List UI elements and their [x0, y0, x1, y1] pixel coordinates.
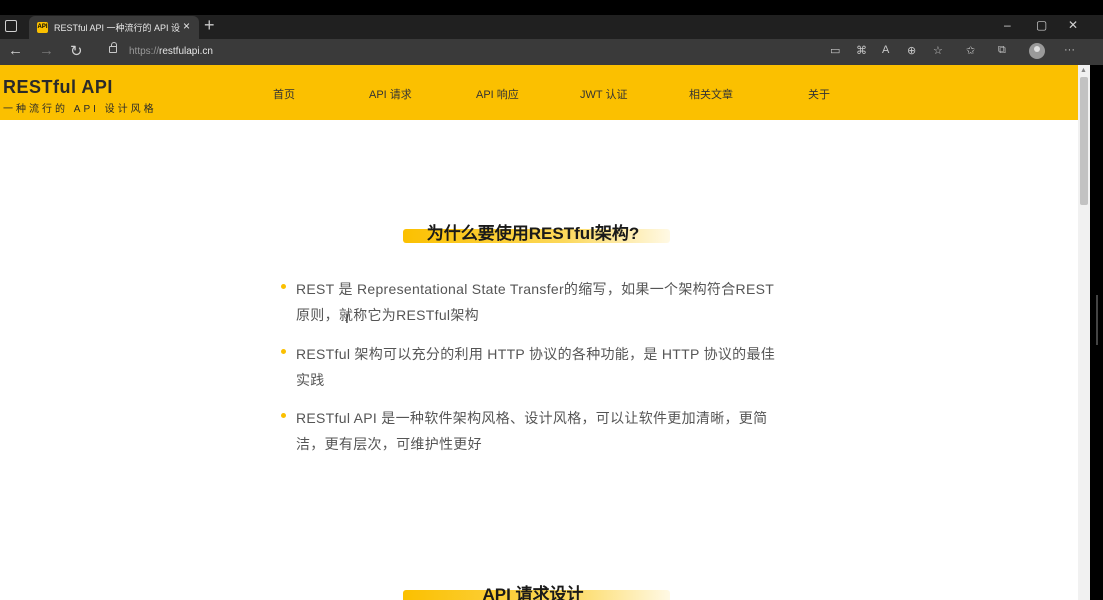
- page-viewport: RESTful API 一种流行的 API 设计风格 首页 API 请求 API…: [0, 65, 1090, 600]
- nav-jwt-auth[interactable]: JWT 认证: [580, 86, 627, 102]
- minimize-button[interactable]: –: [1004, 18, 1011, 32]
- nav-articles[interactable]: 相关文章: [689, 86, 733, 102]
- list-item-text: REST 是 Representational State Transfer的缩…: [296, 281, 775, 323]
- nav-home[interactable]: 首页: [273, 86, 295, 102]
- url-field[interactable]: https://restfulapi.cn: [129, 46, 213, 57]
- nav-api-request[interactable]: API 请求: [369, 86, 412, 102]
- favicon-icon: API: [37, 22, 48, 33]
- browser-tab[interactable]: API RESTful API 一种流行的 API 设计 ×: [29, 16, 199, 39]
- zoom-icon[interactable]: ⊕: [907, 44, 916, 57]
- section-heading: API 请求设计: [403, 580, 670, 600]
- list-item-text: RESTful API 是一种软件架构风格、设计风格，可以让软件更加清晰，更简洁…: [296, 410, 768, 452]
- qr-code-icon[interactable]: ⌘: [856, 44, 867, 57]
- section-heading: 为什么要使用RESTful架构?: [403, 219, 670, 245]
- back-button[interactable]: ←: [8, 42, 23, 59]
- section-title: API 请求设计: [482, 585, 584, 600]
- bullet-dot: [281, 284, 286, 289]
- nav-api-response[interactable]: API 响应: [476, 86, 519, 102]
- nav-about[interactable]: 关于: [808, 86, 830, 102]
- vertical-scrollbar[interactable]: ▲: [1078, 65, 1090, 600]
- tab-strip: API RESTful API 一种流行的 API 设计 × + – ▢ ✕: [0, 15, 1103, 39]
- address-bar: ← → ↻ https://restfulapi.cn ▭ ⌘ A ⊕ ☆ ✩ …: [0, 39, 1103, 65]
- refresh-button[interactable]: ↻: [70, 42, 83, 60]
- site-header: RESTful API 一种流行的 API 设计风格 首页 API 请求 API…: [0, 65, 1078, 120]
- bullet-dot: [281, 349, 286, 354]
- tab-close-icon[interactable]: ×: [183, 19, 190, 33]
- scrollbar-thumb[interactable]: [1080, 77, 1088, 205]
- add-favorite-icon[interactable]: ☆: [933, 44, 943, 57]
- tab-title: RESTful API 一种流行的 API 设计: [54, 23, 180, 33]
- favorites-icon[interactable]: ✩: [966, 44, 975, 57]
- collections-icon[interactable]: ⧉: [998, 44, 1006, 57]
- logo-title[interactable]: RESTful API: [3, 77, 113, 98]
- window-edge: [1090, 65, 1103, 600]
- new-tab-button[interactable]: +: [204, 15, 215, 36]
- tab-actions-icon[interactable]: [5, 20, 17, 32]
- os-top-bar: [0, 0, 1103, 15]
- scroll-up-icon[interactable]: ▲: [1080, 67, 1087, 74]
- section-title: 为什么要使用RESTful架构?: [426, 224, 640, 243]
- bullet-dot: [281, 413, 286, 418]
- close-window-button[interactable]: ✕: [1068, 18, 1078, 32]
- lock-icon: [109, 42, 117, 53]
- read-aloud-icon[interactable]: A: [882, 44, 889, 56]
- profile-avatar[interactable]: [1029, 43, 1045, 59]
- logo-subtitle: 一种流行的 API 设计风格: [3, 104, 157, 115]
- maximize-button[interactable]: ▢: [1036, 18, 1047, 32]
- text-cursor-icon: I: [345, 310, 349, 326]
- more-menu-icon[interactable]: ···: [1064, 44, 1075, 56]
- forward-button[interactable]: →: [39, 42, 54, 59]
- app-available-icon[interactable]: ▭: [830, 44, 840, 57]
- list-item-text: RESTful 架构可以充分的利用 HTTP 协议的各种功能，是 HTTP 协议…: [296, 346, 776, 388]
- resize-handle[interactable]: [1096, 295, 1098, 345]
